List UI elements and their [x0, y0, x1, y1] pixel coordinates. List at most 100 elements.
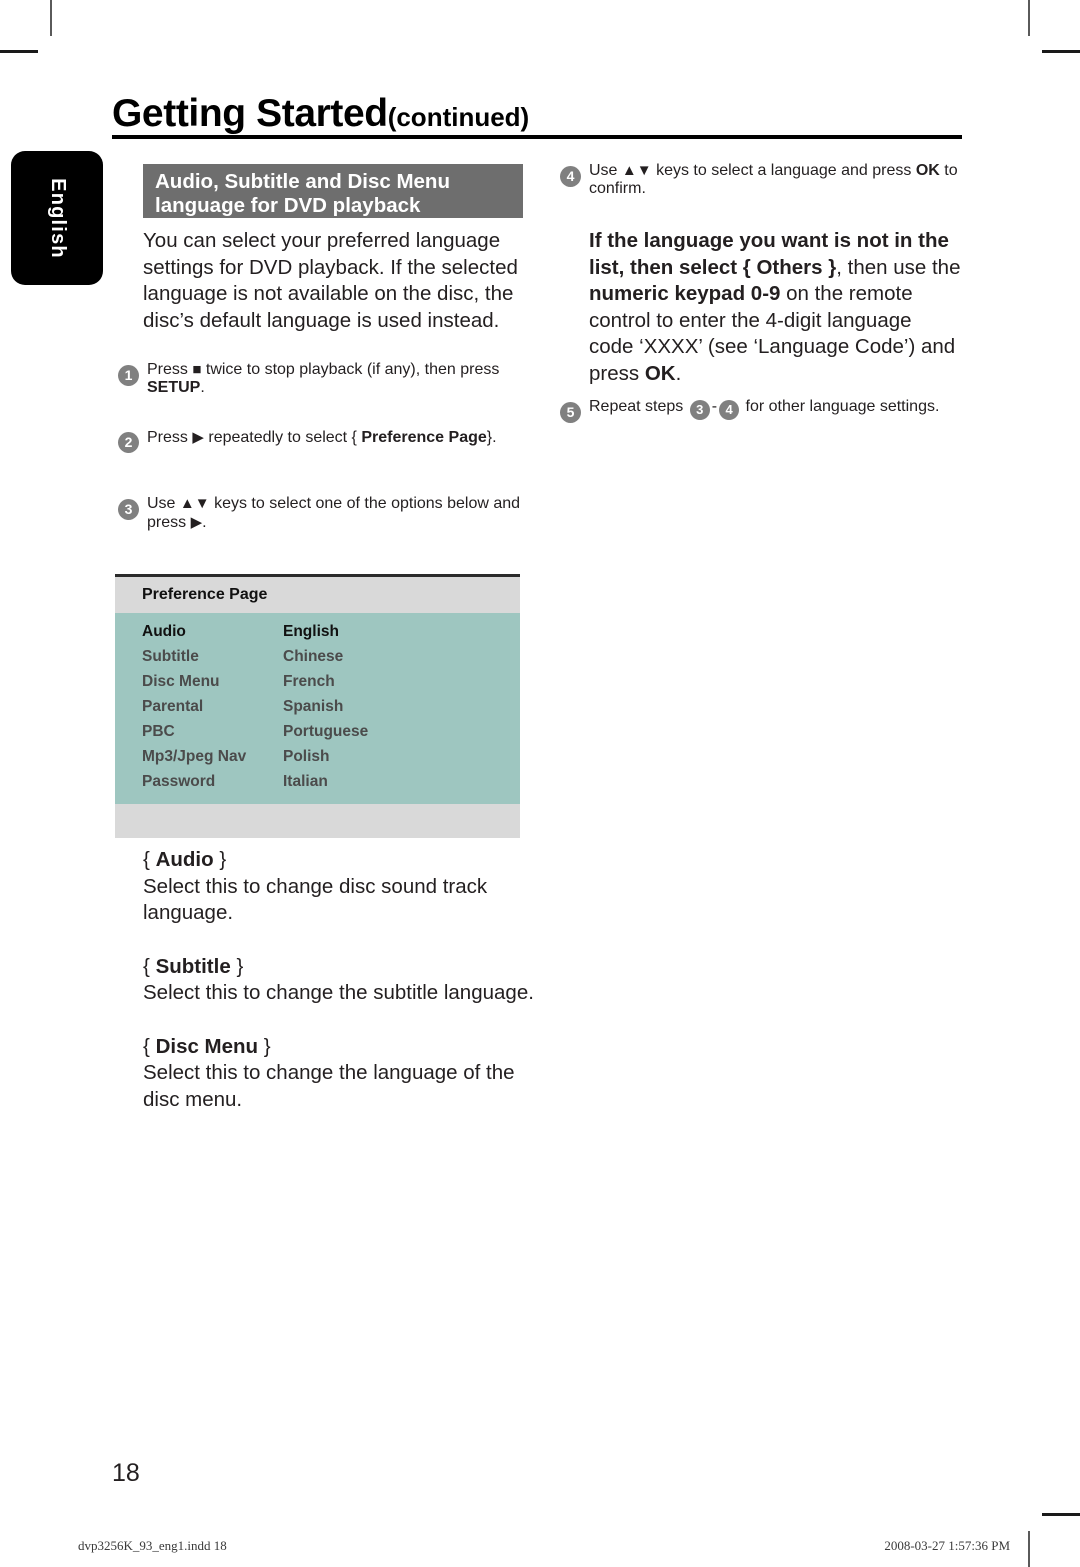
step-1: 1 Press ■ twice to stop playback (if any… — [118, 361, 530, 397]
step-1-text-b: twice to stop playback (if any), then pr… — [205, 361, 500, 378]
step-4: 4 Use ▲▼ keys to select a language and p… — [560, 162, 960, 198]
brace-open: { — [143, 954, 150, 978]
option-audio-label: Audio — [155, 848, 214, 871]
option-subtitle: { Subtitle } Select this to change the s… — [143, 954, 543, 1007]
note-paragraph: If the language you want is not in the l… — [589, 228, 961, 387]
step-5-text: Repeat steps 3-4 for other language sett… — [589, 398, 962, 420]
up-triangle-icon: ▲ — [179, 495, 195, 512]
table-row[interactable]: Parental Spanish — [115, 694, 520, 719]
option-subtitle-label: Subtitle — [155, 954, 231, 978]
right-triangle-icon: ▶ — [192, 429, 204, 446]
note-end: . — [675, 361, 682, 385]
step-4-text: Use ▲▼ keys to select a language and pre… — [589, 162, 960, 198]
setting-name: Subtitle — [142, 647, 199, 665]
crop-mark-right-top — [1042, 50, 1080, 53]
page-title: Getting Started(continued) — [112, 92, 529, 136]
crop-mark-top-left — [50, 0, 52, 36]
note-bold-2: numeric keypad 0-9 — [589, 282, 781, 305]
step-4-text-b: keys to select a language and press — [656, 162, 912, 179]
step-2-text-a: Press — [147, 429, 188, 446]
section-header-line1: Audio, Subtitle and Disc Menu — [155, 170, 450, 193]
page-title-suffix: (continued) — [387, 102, 530, 132]
option-disc-menu: { Disc Menu } Select this to change the … — [143, 1034, 543, 1114]
section-header-line2: language for DVD playback — [155, 194, 421, 217]
intro-paragraph: You can select your preferred language s… — [143, 229, 518, 332]
brace-close: } — [236, 954, 244, 978]
section-header-band: Audio, Subtitle and Disc Menu language f… — [143, 164, 523, 218]
step-5-text-b: for other language settings. — [745, 398, 940, 415]
crop-mark-right-bottom — [1042, 1513, 1080, 1516]
step-3-text-end: . — [202, 514, 207, 531]
setting-name: Parental — [142, 697, 204, 715]
setting-name: Audio — [142, 622, 186, 640]
step-5-number: 5 — [560, 402, 581, 423]
brace-close: } — [263, 1034, 271, 1058]
brace-open: { — [143, 848, 150, 871]
note-mid-1: , then use the — [836, 255, 961, 279]
language-tab-label: English — [46, 177, 69, 259]
option-subtitle-heading: { Subtitle } — [143, 954, 543, 981]
language-tab-inner: English — [11, 151, 103, 285]
setting-value: Spanish — [283, 697, 344, 715]
step-4-text-a: Use — [589, 162, 618, 179]
setting-value: French — [283, 672, 335, 690]
step-1-text-end: . — [200, 379, 205, 396]
preference-page-title: Preference Page — [142, 586, 268, 603]
option-descriptions: { Audio } Select this to change disc sou… — [143, 847, 543, 1140]
setting-value: Portuguese — [283, 722, 369, 740]
preference-page-rows: Audio English Subtitle Chinese Disc Menu… — [115, 613, 520, 804]
title-divider — [112, 135, 962, 139]
table-row[interactable]: Password Italian — [115, 769, 520, 794]
page-title-main: Getting Started — [112, 92, 388, 135]
option-audio: { Audio } Select this to change disc sou… — [143, 847, 543, 927]
setting-value: Italian — [283, 772, 328, 790]
table-row[interactable]: Audio English — [115, 619, 520, 644]
down-triangle-icon: ▼ — [194, 495, 210, 512]
step-2-preference-page: Preference Page — [361, 429, 487, 446]
table-row[interactable]: Disc Menu French — [115, 669, 520, 694]
setting-value: Chinese — [283, 647, 344, 665]
setting-name: PBC — [142, 722, 175, 740]
option-audio-body: Select this to change disc sound track l… — [143, 874, 488, 925]
table-row[interactable]: Subtitle Chinese — [115, 644, 520, 669]
crop-mark-top-right — [1028, 0, 1030, 36]
note-bold-3: OK — [644, 361, 676, 385]
stop-square-icon: ■ — [192, 361, 202, 378]
footer-timestamp: 2008-03-27 1:57:36 PM — [884, 1538, 1010, 1553]
option-disc-menu-label: Disc Menu — [155, 1034, 259, 1058]
table-row[interactable]: Mp3/Jpeg Nav Polish — [115, 744, 520, 769]
language-tab: English — [11, 151, 103, 285]
manual-page: English Getting Started(continued) Audio… — [0, 0, 1080, 1567]
step-5: 5 Repeat steps 3-4 for other language se… — [560, 398, 962, 423]
step-3: 3 Use ▲▼ keys to select one of the optio… — [118, 495, 530, 532]
setting-name: Password — [142, 772, 216, 790]
option-subtitle-body: Select this to change the subtitle langu… — [143, 981, 534, 1004]
step-3-text-a: Use — [147, 495, 176, 512]
page-number: 18 — [112, 1459, 140, 1487]
setting-value: Polish — [283, 747, 330, 765]
step-3-text: Use ▲▼ keys to select one of the options… — [147, 495, 530, 532]
step-1-text: Press ■ twice to stop playback (if any),… — [147, 361, 530, 397]
step-5-dash: - — [711, 398, 718, 415]
right-triangle-icon: ▶ — [190, 514, 203, 531]
table-row[interactable]: PBC Portuguese — [115, 719, 520, 744]
step-5-text-a: Repeat steps — [589, 398, 684, 415]
step-1-setup-key: SETUP — [147, 379, 201, 396]
up-triangle-icon: ▲ — [621, 162, 637, 179]
setting-value: English — [283, 622, 339, 640]
setting-name: Mp3/Jpeg Nav — [142, 747, 247, 765]
brace-open: { — [143, 1034, 150, 1058]
step-5-ref-4: 4 — [719, 400, 740, 420]
footer-filename: dvp3256K_93_eng1.indd 18 — [78, 1538, 227, 1553]
step-4-ok-key: OK — [915, 162, 940, 179]
crop-mark-bottom-right — [1028, 1531, 1030, 1567]
crop-mark-left-top — [0, 50, 38, 53]
setting-name: Disc Menu — [142, 672, 220, 690]
step-2-text-b: repeatedly to select { — [208, 429, 357, 446]
preference-page-footer-band — [115, 804, 520, 838]
option-disc-menu-heading: { Disc Menu } — [143, 1034, 543, 1061]
step-2-text: Press ▶ repeatedly to select { Preferenc… — [147, 428, 530, 447]
step-1-number: 1 — [118, 365, 139, 386]
step-2: 2 Press ▶ repeatedly to select { Prefere… — [118, 428, 530, 453]
step-5-ref-3: 3 — [689, 400, 710, 420]
